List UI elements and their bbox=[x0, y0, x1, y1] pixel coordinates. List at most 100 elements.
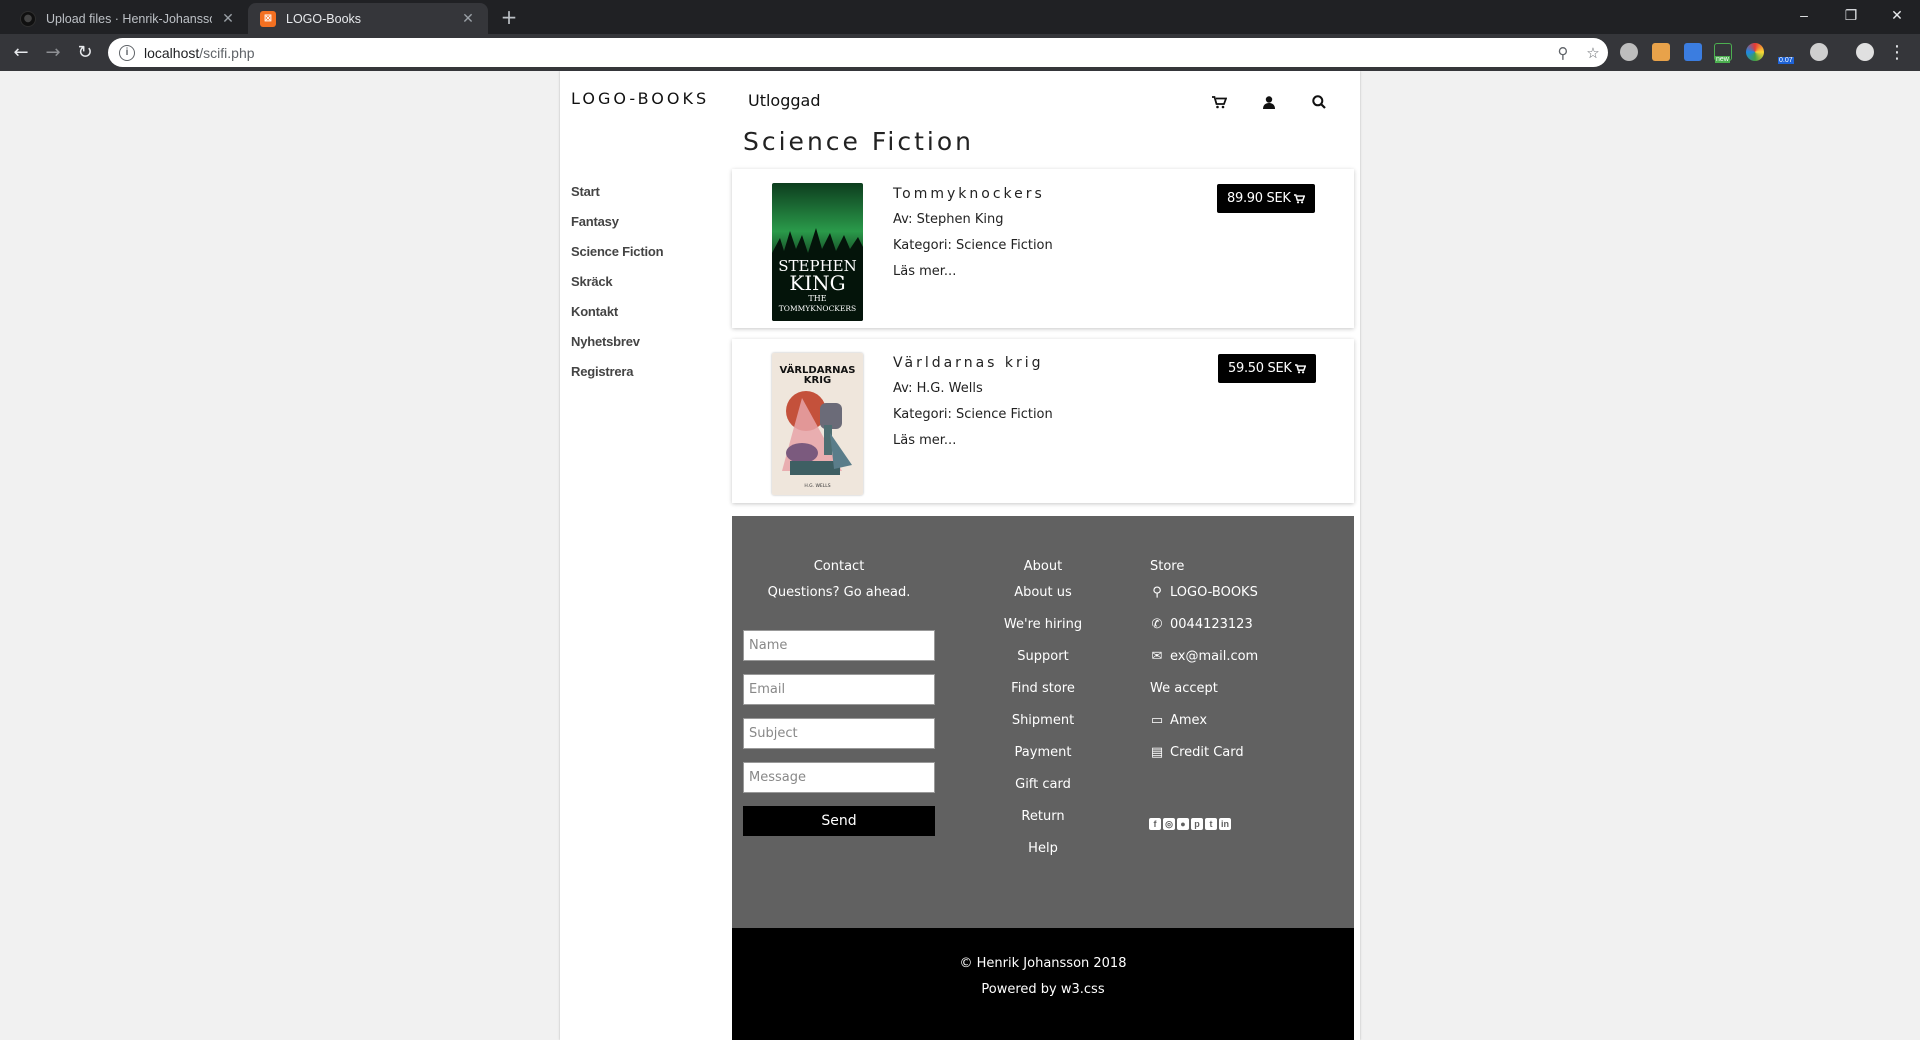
restore-window-icon[interactable]: ❐ bbox=[1828, 0, 1874, 30]
book-title[interactable]: Världarnas krig bbox=[893, 355, 1044, 371]
sidenav-item-start[interactable]: Start bbox=[571, 177, 731, 207]
cart-icon bbox=[1293, 193, 1305, 203]
footer-store-title: Store bbox=[1150, 559, 1185, 574]
credit-card-icon: ▤ bbox=[1150, 745, 1164, 760]
add-to-cart-button[interactable]: 59.50 SEK bbox=[1218, 354, 1316, 383]
copyright-bar: © Henrik Johansson 2018 Powered by w3.cs… bbox=[732, 928, 1354, 1040]
sidenav-item-registrera[interactable]: Registrera bbox=[571, 357, 731, 387]
payment-amex: ▭ Amex bbox=[1150, 713, 1208, 728]
address-bar[interactable]: i localhost/scifi.php ⚲ ☆ bbox=[108, 38, 1608, 67]
footer-link-gift-card[interactable]: Gift card bbox=[1015, 777, 1071, 792]
email-field[interactable] bbox=[743, 674, 935, 705]
add-to-cart-button[interactable]: 89.90 SEK bbox=[1217, 184, 1315, 213]
new-tab-button[interactable]: + bbox=[498, 4, 520, 30]
site-container: LOGO-BOOKS Utloggad Science Fiction Star… bbox=[560, 71, 1360, 1040]
instagram-icon[interactable]: ◎ bbox=[1163, 818, 1175, 830]
twitter-icon[interactable]: t bbox=[1205, 818, 1217, 830]
sidenav-item-fantasy[interactable]: Fantasy bbox=[571, 207, 731, 237]
footer-link-payment[interactable]: Payment bbox=[1015, 745, 1072, 760]
book-title[interactable]: Tommyknockers bbox=[893, 186, 1045, 202]
search-icon[interactable] bbox=[1307, 90, 1331, 114]
minimize-window-icon[interactable]: – bbox=[1781, 0, 1827, 30]
browser-tabstrip: ● Upload files · Henrik-Johansson1 ✕ ⊠ L… bbox=[0, 0, 1920, 34]
book-author: Av: Stephen King bbox=[893, 212, 1004, 227]
tab-title: Upload files · Henrik-Johansson1 bbox=[46, 11, 212, 26]
store-email[interactable]: ✉ ex@mail.com bbox=[1150, 649, 1259, 664]
store-address: ⚲ LOGO-BOOKS bbox=[1150, 585, 1258, 600]
read-more-link[interactable]: Läs mer... bbox=[893, 264, 956, 279]
subject-field[interactable] bbox=[743, 718, 935, 749]
sidenav-item-nyhetsbrev[interactable]: Nyhetsbrev bbox=[571, 327, 731, 357]
extension-gear-icon[interactable] bbox=[1620, 43, 1638, 61]
zoom-icon[interactable]: ⚲ bbox=[1548, 44, 1578, 62]
footer-link-support[interactable]: Support bbox=[1017, 649, 1068, 664]
cover-title-text: VÄRLDARNAS bbox=[780, 362, 856, 376]
sidenav-item-science-fiction[interactable]: Science Fiction bbox=[571, 237, 731, 267]
book-card: VÄRLDARNAS KRIG H.G. WELLS Världarnas kr… bbox=[732, 339, 1354, 503]
sidenav-item-kontakt[interactable]: Kontakt bbox=[571, 297, 731, 327]
back-arrow-icon[interactable]: ← bbox=[8, 40, 34, 66]
read-more-link[interactable]: Läs mer... bbox=[893, 433, 956, 448]
cover-title-text: TOMMYKNOCKERS bbox=[779, 304, 856, 313]
credit-card-icon: ▭ bbox=[1150, 713, 1164, 728]
name-field[interactable] bbox=[743, 630, 935, 661]
tab-close-icon[interactable]: ✕ bbox=[460, 11, 476, 27]
extension-badge-new: new bbox=[1715, 56, 1730, 63]
price-label: 89.90 SEK bbox=[1227, 191, 1291, 206]
phone-icon: ✆ bbox=[1151, 617, 1163, 632]
cover-title-text: KRIG bbox=[804, 375, 831, 386]
footer-link-help[interactable]: Help bbox=[1028, 841, 1058, 856]
footer-link-about-us[interactable]: About us bbox=[1014, 585, 1072, 600]
book-author: Av: H.G. Wells bbox=[893, 381, 983, 396]
facebook-icon[interactable]: f bbox=[1149, 818, 1161, 830]
cart-icon[interactable] bbox=[1207, 90, 1231, 114]
cover-author-text: KING bbox=[789, 271, 845, 295]
browser-menu-icon[interactable]: ⋮ bbox=[1888, 40, 1906, 66]
reload-icon[interactable]: ↻ bbox=[72, 40, 98, 66]
close-window-icon[interactable]: ✕ bbox=[1874, 0, 1920, 30]
user-icon[interactable] bbox=[1257, 90, 1281, 114]
site-logo[interactable]: LOGO-BOOKS bbox=[571, 89, 709, 108]
extension-monitor-icon[interactable] bbox=[1684, 43, 1702, 61]
browser-tab-github[interactable]: ● Upload files · Henrik-Johansson1 ✕ bbox=[8, 3, 248, 34]
envelope-icon: ✉ bbox=[1151, 649, 1163, 664]
browser-tab-logo-books[interactable]: ⊠ LOGO-Books ✕ bbox=[248, 3, 488, 34]
footer-link-return[interactable]: Return bbox=[1021, 809, 1064, 824]
extension-face-icon[interactable] bbox=[1652, 43, 1670, 61]
cover-author-text: H.G. WELLS bbox=[804, 483, 830, 489]
footer-contact-subtitle: Questions? Go ahead. bbox=[767, 585, 911, 600]
profile-avatar-icon[interactable] bbox=[1856, 43, 1874, 61]
extension-color-picker-icon[interactable] bbox=[1746, 43, 1764, 61]
powered-by-link[interactable]: Powered by w3.css bbox=[981, 982, 1104, 997]
message-field[interactable] bbox=[743, 762, 935, 793]
book-card: STEPHEN KING THE TOMMYKNOCKERS Tommyknoc… bbox=[732, 169, 1354, 328]
footer-link-shipment[interactable]: Shipment bbox=[1012, 713, 1074, 728]
site-info-icon[interactable]: i bbox=[119, 44, 135, 61]
cover-title-text: THE bbox=[808, 294, 826, 303]
footer-contact-title: Contact bbox=[813, 559, 865, 574]
forward-arrow-icon[interactable]: → bbox=[40, 40, 66, 66]
book-cover-image[interactable]: VÄRLDARNAS KRIG H.G. WELLS bbox=[772, 353, 863, 495]
extension-react-icon[interactable] bbox=[1810, 43, 1828, 61]
linkedin-icon[interactable]: in bbox=[1219, 818, 1231, 830]
url-text: localhost/scifi.php bbox=[144, 44, 255, 61]
extension-counter-icon[interactable]: 0.07 bbox=[1778, 43, 1796, 64]
bookmark-star-icon[interactable]: ☆ bbox=[1578, 44, 1608, 62]
login-status: Utloggad bbox=[748, 91, 821, 110]
extension-new-icon[interactable]: new bbox=[1714, 43, 1732, 63]
cart-icon bbox=[1294, 363, 1306, 373]
tab-close-icon[interactable]: ✕ bbox=[220, 11, 236, 27]
browser-toolbar: ← → ↻ i localhost/scifi.php ⚲ ☆ new 0.07… bbox=[0, 34, 1920, 71]
map-marker-icon: ⚲ bbox=[1152, 585, 1162, 600]
pinterest-icon[interactable]: p bbox=[1191, 818, 1203, 830]
site-footer: Contact Questions? Go ahead. Send About … bbox=[732, 516, 1354, 928]
snapchat-icon[interactable]: ● bbox=[1177, 818, 1189, 830]
book-cover-image[interactable]: STEPHEN KING THE TOMMYKNOCKERS bbox=[772, 183, 863, 321]
page-title: Science Fiction bbox=[743, 127, 974, 156]
sidenav-item-skrack[interactable]: Skräck bbox=[571, 267, 731, 297]
copyright-text: © Henrik Johansson 2018 bbox=[959, 956, 1127, 971]
footer-link-find-store[interactable]: Find store bbox=[1011, 681, 1075, 696]
footer-link-hiring[interactable]: We're hiring bbox=[1004, 617, 1082, 632]
send-button[interactable]: Send bbox=[743, 806, 935, 836]
extension-badge-counter: 0.07 bbox=[1778, 57, 1794, 64]
